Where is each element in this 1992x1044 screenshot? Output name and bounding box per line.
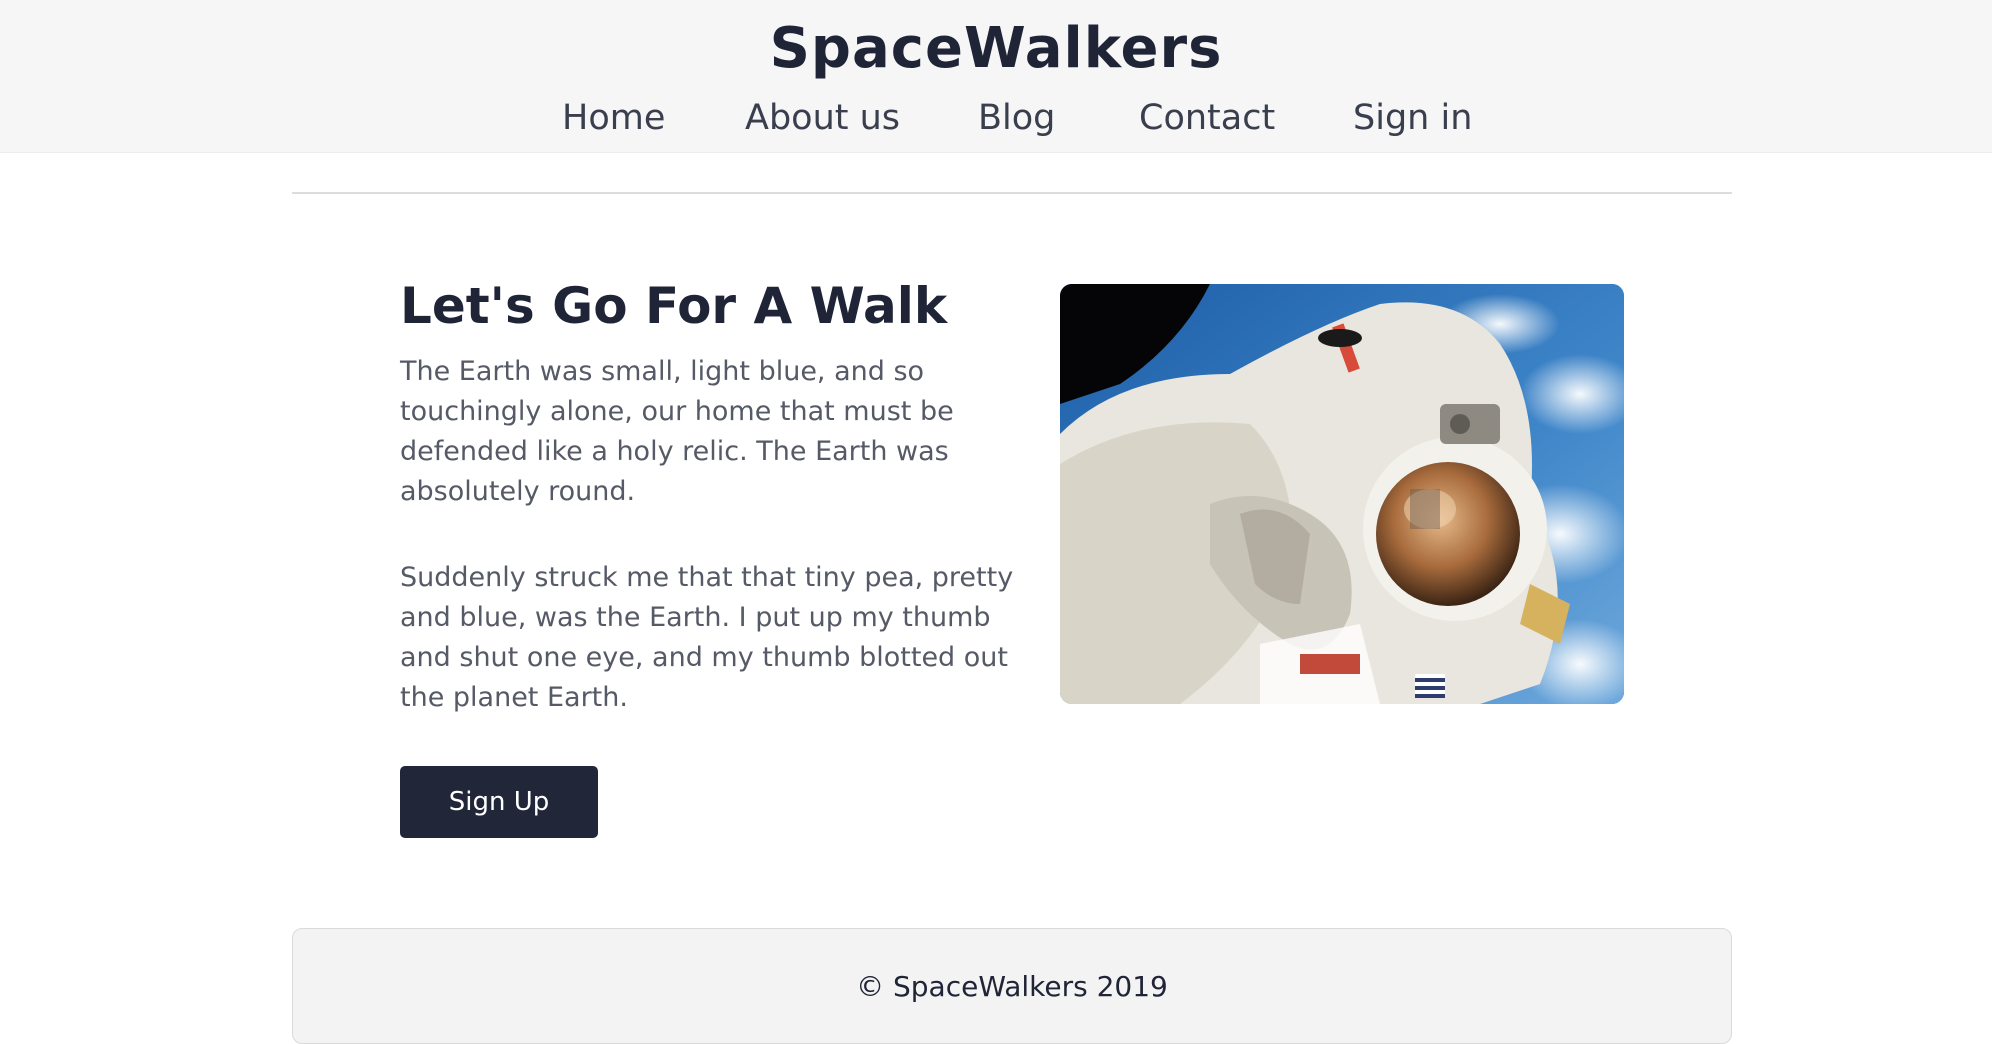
nav-link-about-us[interactable]: About us — [745, 93, 900, 143]
site-logo[interactable]: SpaceWalkers — [0, 14, 1992, 84]
sign-up-button[interactable]: Sign Up — [400, 766, 598, 838]
nav-link-blog[interactable]: Blog — [978, 93, 1055, 143]
site-header: SpaceWalkers Home About us Blog Contact … — [0, 0, 1992, 153]
nav-link-sign-in[interactable]: Sign in — [1353, 93, 1472, 143]
hero-paragraph-1: The Earth was small, light blue, and so … — [400, 356, 954, 507]
astronaut-photo — [1060, 284, 1624, 704]
main-nav: Home About us Blog Contact Sign in — [0, 93, 1992, 143]
astronaut-image-icon — [1060, 284, 1624, 704]
copyright-text: © SpaceWalkers 2019 — [856, 970, 1168, 1003]
site-footer: © SpaceWalkers 2019 — [292, 928, 1732, 1044]
hero-paragraph-2: Suddenly struck me that that tiny pea, p… — [400, 562, 1014, 713]
nav-link-contact[interactable]: Contact — [1139, 93, 1275, 143]
nav-link-home[interactable]: Home — [562, 93, 665, 143]
hero-title: Let's Go For A Walk — [400, 277, 948, 335]
header-divider — [292, 192, 1732, 194]
